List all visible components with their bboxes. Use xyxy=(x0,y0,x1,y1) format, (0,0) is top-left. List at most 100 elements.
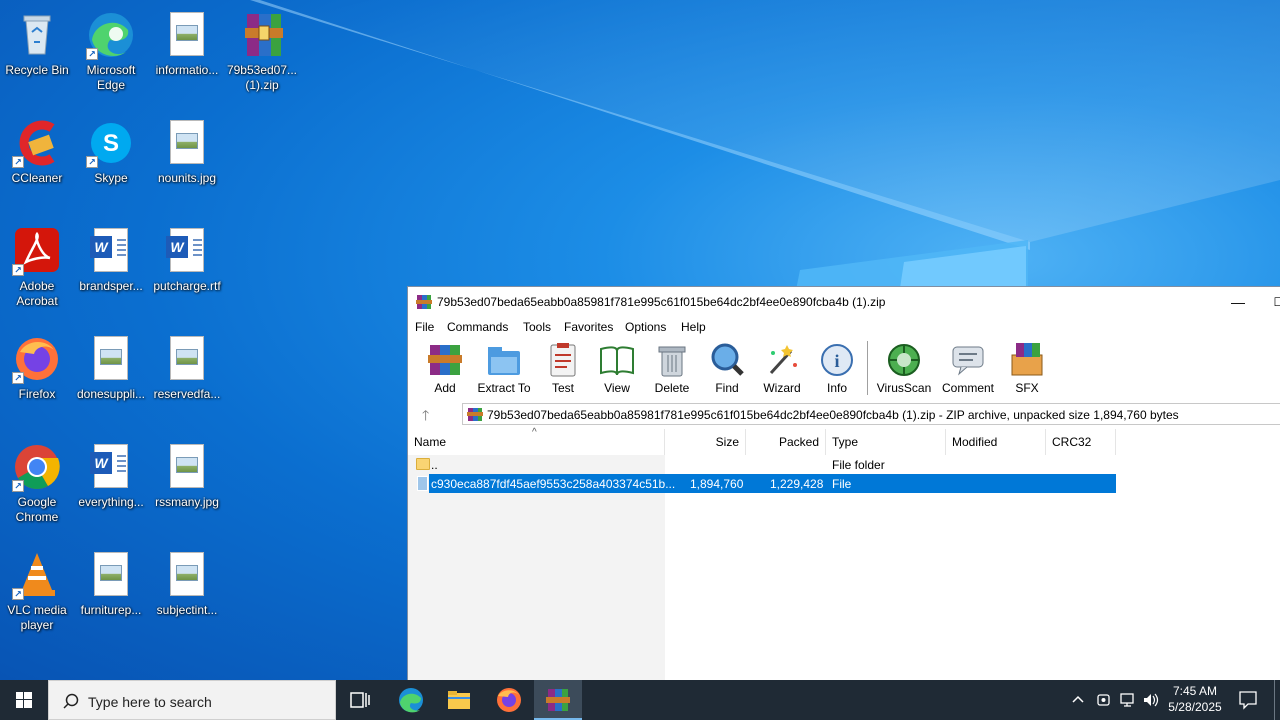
recycle-bin-icon xyxy=(12,10,62,60)
comment-button[interactable]: Comment xyxy=(940,341,996,397)
volume-icon[interactable] xyxy=(1142,690,1160,713)
search-icon xyxy=(63,693,79,709)
sfx-button[interactable]: SFX xyxy=(1008,341,1046,397)
acrobat-icon: ↗ xyxy=(12,226,62,276)
menu-help[interactable]: Help xyxy=(681,320,706,334)
wizard-wand-icon xyxy=(763,341,801,379)
clock-time: 7:45 AM xyxy=(1172,684,1218,698)
maximize-button[interactable]: ☐ xyxy=(1264,289,1280,315)
find-button[interactable]: Find xyxy=(708,341,746,397)
menu-options[interactable]: Options xyxy=(625,320,666,334)
image-file-icon xyxy=(86,334,136,384)
desktop-icon-donesuppli[interactable]: donesuppli... xyxy=(74,330,148,430)
desktop-icon-skype[interactable]: S ↗ Skype xyxy=(74,114,148,214)
desktop-icon-brandsper[interactable]: W brandsper... xyxy=(74,222,148,322)
taskbar-clock[interactable]: 7:45 AM 5/28/2025 xyxy=(1166,683,1224,715)
skype-icon: S ↗ xyxy=(86,118,136,168)
table-row[interactable]: .. File folder xyxy=(408,455,1116,474)
info-label: Info xyxy=(826,381,847,395)
menu-commands[interactable]: Commands xyxy=(447,320,508,334)
column-modified[interactable]: Modified xyxy=(946,429,1046,455)
desktop-icon-label: rssmany.jpg xyxy=(155,495,219,509)
shortcut-arrow-icon: ↗ xyxy=(12,264,24,276)
desktop-icon-reservedfa[interactable]: reservedfa... xyxy=(150,330,224,430)
desktop-icon-firefox[interactable]: ↗ Firefox xyxy=(0,330,74,430)
anyrun-watermark: ANY RUN xyxy=(1036,610,1254,661)
file-explorer-icon xyxy=(448,691,470,709)
cell-name: c930eca887fdf45aef9553c258a403374c51b... xyxy=(431,477,676,491)
address-field[interactable]: 79b53ed07beda65eabb0a85981f781e995c61f01… xyxy=(462,403,1280,425)
show-desktop-divider[interactable] xyxy=(1274,680,1275,720)
column-size[interactable]: Size xyxy=(665,429,746,455)
desktop-icon-zip-archive[interactable]: 79b53ed07... (1).zip xyxy=(225,6,299,106)
ccleaner-icon: ↗ xyxy=(12,118,62,168)
column-crc32[interactable]: CRC32 xyxy=(1046,429,1116,455)
edge-icon: ↗ xyxy=(86,10,136,60)
virusscan-button[interactable]: VirusScan xyxy=(877,341,931,397)
image-file-icon xyxy=(162,334,212,384)
wizard-button[interactable]: Wizard xyxy=(763,341,801,397)
network-icon[interactable] xyxy=(1119,690,1137,713)
desktop-icon-nounits[interactable]: nounits.jpg xyxy=(150,114,224,214)
desktop-icon-label: brandsper... xyxy=(79,279,143,293)
address-bar: 🡑 79b53ed07beda65eabb0a85981f781e995c61f… xyxy=(408,401,1280,427)
add-label: Add xyxy=(434,381,456,395)
svg-text:i: i xyxy=(834,351,839,371)
desktop-icon-google-chrome[interactable]: ↗ Google Chrome xyxy=(0,438,74,538)
clock-date: 5/28/2025 xyxy=(1168,700,1222,714)
winrar-icon xyxy=(546,689,570,711)
start-button[interactable] xyxy=(0,680,48,720)
up-arrow-icon[interactable]: 🡑 xyxy=(422,405,429,429)
shortcut-arrow-icon: ↗ xyxy=(86,156,98,168)
desktop-icon-label: Google Chrome xyxy=(15,495,59,524)
extract-to-button[interactable]: Extract To xyxy=(477,341,531,397)
desktop-icon-putcharge[interactable]: W putcharge.rtf xyxy=(150,222,224,322)
window-title: 79b53ed07beda65eabb0a85981f781e995c61f01… xyxy=(437,295,886,309)
cell-size: 1,894,760 xyxy=(690,477,744,491)
extract-folder-icon xyxy=(485,341,523,379)
taskbar-search[interactable]: Type here to search xyxy=(48,680,336,720)
firefox-icon: ↗ xyxy=(12,334,62,384)
cell-name: .. xyxy=(431,458,438,472)
delete-button[interactable]: Delete xyxy=(653,341,691,397)
desktop-icon-everything[interactable]: W everything... xyxy=(74,438,148,538)
desktop-icon-microsoft-edge[interactable]: ↗ Microsoft Edge xyxy=(74,6,148,106)
taskbar-firefox[interactable] xyxy=(485,680,533,720)
view-button[interactable]: View xyxy=(597,341,637,397)
desktop-icon-recycle-bin[interactable]: Recycle Bin xyxy=(0,6,74,106)
menu-tools[interactable]: Tools xyxy=(523,320,551,334)
image-file-icon xyxy=(162,550,212,600)
desktop-icon-furniturep[interactable]: furniturep... xyxy=(74,546,148,646)
taskbar-winrar[interactable] xyxy=(534,680,582,720)
title-bar[interactable]: 79b53ed07beda65eabb0a85981f781e995c61f01… xyxy=(408,287,1280,317)
column-type[interactable]: Type xyxy=(826,429,946,455)
comment-icon xyxy=(949,341,987,379)
desktop-icon-label: VLC media player xyxy=(7,603,67,632)
info-icon: i xyxy=(818,341,856,379)
winrar-archive-icon xyxy=(467,407,483,422)
desktop-icon-informatio[interactable]: informatio... xyxy=(150,6,224,106)
taskbar-edge[interactable] xyxy=(387,680,435,720)
desktop-icon-rssmany[interactable]: rssmany.jpg xyxy=(150,438,224,538)
add-button[interactable]: Add xyxy=(426,341,464,397)
sfx-box-icon xyxy=(1008,341,1046,379)
winrar-archive-icon xyxy=(237,10,287,60)
menu-file[interactable]: File xyxy=(415,320,434,334)
desktop-icon-subjectint[interactable]: subjectint... xyxy=(150,546,224,646)
table-row-selected[interactable]: c930eca887fdf45aef9553c258a403374c51b...… xyxy=(429,474,1116,493)
minimize-button[interactable]: — xyxy=(1220,289,1256,315)
meet-now-icon[interactable] xyxy=(1096,690,1112,713)
menu-favorites[interactable]: Favorites xyxy=(564,320,613,334)
task-view-button[interactable] xyxy=(336,680,384,720)
taskbar-file-explorer[interactable] xyxy=(435,680,483,720)
info-button[interactable]: i Info xyxy=(818,341,856,397)
column-packed[interactable]: Packed xyxy=(746,429,826,455)
test-button[interactable]: Test xyxy=(544,341,582,397)
desktop-icon-adobe-acrobat[interactable]: ↗ Adobe Acrobat xyxy=(0,222,74,322)
desktop-icon-ccleaner[interactable]: ↗ CCleaner xyxy=(0,114,74,214)
chevron-up-icon[interactable] xyxy=(1071,690,1085,713)
desktop-icon-vlc[interactable]: ↗ VLC media player xyxy=(0,546,74,646)
virus-scan-icon xyxy=(885,341,923,379)
notification-icon[interactable] xyxy=(1238,689,1258,714)
shortcut-arrow-icon: ↗ xyxy=(12,372,24,384)
